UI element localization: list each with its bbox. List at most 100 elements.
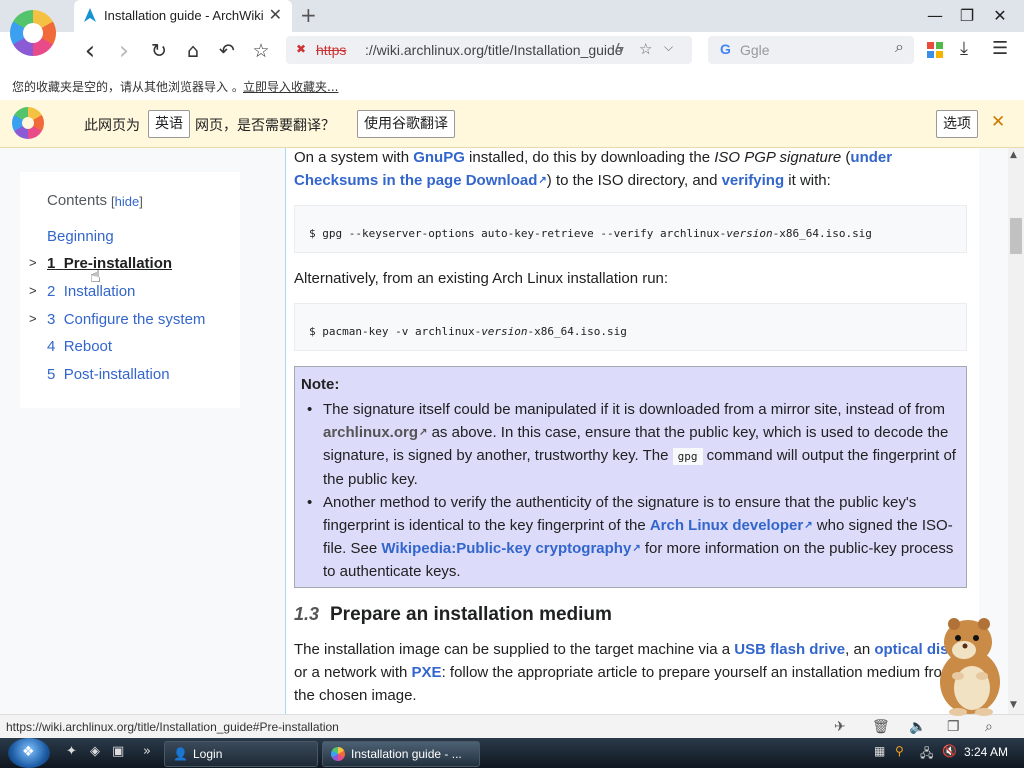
address-bar[interactable]: ✖ https ://wiki.archlinux.org/title/Inst… (286, 36, 692, 64)
undo-close-button[interactable]: ↶ (213, 38, 241, 64)
back-button[interactable]: ‹ (76, 38, 104, 64)
toc-item-reboot[interactable]: 4 Reboot (47, 338, 112, 355)
toc-item-pre-installation[interactable]: 1 Pre-installation (47, 255, 172, 272)
forward-button[interactable]: › (110, 38, 138, 64)
chevron-right-icon[interactable]: > (29, 311, 37, 326)
volume-icon[interactable]: 🔈 (909, 718, 926, 735)
tray-app-icon[interactable]: ▦ (874, 744, 885, 758)
toc-num: 4 (47, 338, 56, 355)
browser-logo-icon (331, 747, 345, 761)
toc-label: Configure the system (63, 311, 206, 328)
chevron-down-icon[interactable]: ⌵ (664, 40, 673, 55)
insecure-lock-icon[interactable]: ✖ (296, 42, 306, 56)
translate-close-icon[interactable]: ✕ (991, 112, 1005, 132)
favorite-star-icon[interactable]: ☆ (639, 40, 652, 58)
link-archlinux-org[interactable]: archlinux.org (323, 424, 427, 441)
more-icon[interactable]: » (143, 744, 151, 759)
link-gnupg[interactable]: GnuPG (413, 149, 465, 166)
clock[interactable]: 3:24 AM (964, 745, 1008, 759)
tray-search-icon[interactable]: ⚲ (895, 744, 904, 758)
search-box[interactable]: G Ggle ⌕ (708, 36, 914, 64)
quicklaunch-icon[interactable]: ✦ (66, 744, 77, 759)
link-verifying[interactable]: verifying (722, 172, 785, 189)
lightning-icon[interactable]: ϟ (616, 40, 624, 57)
search-input[interactable]: Ggle (740, 42, 770, 58)
new-tab-button[interactable]: + (300, 3, 317, 27)
note-box: Note: The signature itself could be mani… (294, 366, 967, 588)
bookmark-star-button[interactable]: ☆ (247, 38, 275, 64)
translate-question: 网页，是否需要翻译？ (195, 118, 335, 134)
maximize-button[interactable]: ❐ (952, 4, 982, 28)
hand-cursor-icon: ☝ (90, 266, 101, 287)
reload-button[interactable]: ↻ (145, 38, 173, 64)
scrollbar-thumb[interactable] (1010, 218, 1022, 254)
network-icon[interactable]: 🖧 (920, 744, 933, 765)
start-button[interactable]: ❖ (8, 738, 50, 768)
language-button[interactable]: 英语 (148, 110, 190, 138)
link-wikipedia-pubkey[interactable]: Wikipedia:Public-key cryptography (381, 540, 640, 557)
taskbar-item-login[interactable]: 👤 Login (164, 741, 318, 767)
search-icon[interactable]: ⌕ (895, 39, 904, 57)
toc-title: Contents (47, 192, 108, 209)
link-usb-flash-drive[interactable]: USB flash drive (734, 641, 845, 658)
code: $ pacman-key -v archlinux- (309, 325, 482, 338)
scroll-up-icon[interactable]: ▲ (1010, 150, 1017, 160)
window-icon[interactable]: ❐ (947, 718, 960, 735)
tab-title: Installation guide - ArchWiki (104, 8, 264, 23)
code-var: version (726, 227, 773, 240)
scroll-down-icon[interactable]: ▼ (1010, 700, 1017, 710)
hamster-mascot-icon[interactable] (928, 612, 1010, 716)
apps-grid-icon[interactable] (927, 42, 943, 58)
paragraph-alternative: Alternatively, from an existing Arch Lin… (294, 270, 669, 287)
close-window-button[interactable]: ✕ (985, 4, 1015, 28)
windows-logo-icon: ❖ (22, 744, 35, 760)
download-icon[interactable]: ⤓ (960, 38, 968, 59)
translate-prefix: 此网页为 (84, 118, 140, 134)
toc-item-post-installation[interactable]: 5 Post-installation (47, 366, 170, 383)
tab-active[interactable]: Installation guide - ArchWiki ✕ (74, 0, 292, 32)
text: , an (845, 641, 875, 658)
text: or a network with (294, 664, 412, 681)
article-content: On a system with GnuPG installed, do thi… (285, 148, 979, 714)
text: ) to the ISO directory, and (546, 172, 722, 189)
chevron-right-icon[interactable]: > (29, 255, 37, 270)
bookmarks-empty-message: 您的收藏夹是空的，请从其他浏览器导入 。 (12, 80, 244, 94)
rocket-icon[interactable]: ✈ (834, 718, 846, 735)
chevron-right-icon[interactable]: > (29, 283, 37, 298)
list-item: Another method to verify the authenticit… (305, 491, 965, 583)
translate-button[interactable]: 使用谷歌翻译 (357, 110, 455, 138)
link-pxe[interactable]: PXE (412, 664, 442, 681)
note-title: Note: (301, 376, 340, 393)
menu-icon[interactable]: ☰ (992, 38, 1008, 59)
browser-quicklaunch-icon[interactable]: ◈ (90, 744, 100, 759)
status-bar: https://wiki.archlinux.org/title/Install… (0, 714, 1024, 739)
zoom-icon[interactable]: ⌕ (985, 718, 993, 735)
google-icon: G (720, 41, 731, 57)
archlinux-favicon-icon (84, 8, 96, 22)
text: The signature itself could be manipulate… (323, 401, 945, 418)
import-bookmarks-link[interactable]: 立即导入收藏夹... (243, 78, 338, 95)
browser-logo-icon[interactable] (10, 10, 56, 56)
toc-num: 3 (47, 311, 56, 328)
taskbar-item-installation-guide[interactable]: Installation guide - ... (322, 741, 480, 767)
toc-hide: [hide] (111, 194, 143, 209)
paragraph-install-medium: The installation image can be supplied t… (294, 638, 964, 707)
tab-close-icon[interactable]: ✕ (269, 5, 282, 24)
code-block-pacman-key: $ pacman-key -v archlinux-version-x86_64… (294, 303, 967, 351)
text: installed, do this by downloading the (464, 149, 715, 166)
link-arch-developer[interactable]: Arch Linux developer (650, 517, 813, 534)
url-text: ://wiki.archlinux.org/title/Installation… (365, 42, 623, 58)
home-button[interactable]: ⌂ (179, 38, 207, 64)
text-pgp-signature: ISO PGP signature (714, 149, 842, 166)
volume-muted-icon[interactable]: 🔇 (942, 744, 957, 758)
toc-num: 2 (47, 283, 56, 300)
desktop-icon[interactable]: ▣ (112, 744, 124, 759)
trash-icon[interactable]: 🗑 (872, 718, 890, 735)
toc-hide-link[interactable]: hide (115, 194, 140, 209)
toc-num: 5 (47, 366, 56, 383)
translate-options-button[interactable]: 选项 (936, 110, 978, 138)
code: -x86_64.iso.sig (527, 325, 627, 338)
minimize-button[interactable]: — (920, 4, 950, 28)
toc-item-configure[interactable]: 3 Configure the system (47, 311, 205, 328)
toc-item-beginning[interactable]: Beginning (47, 228, 114, 245)
